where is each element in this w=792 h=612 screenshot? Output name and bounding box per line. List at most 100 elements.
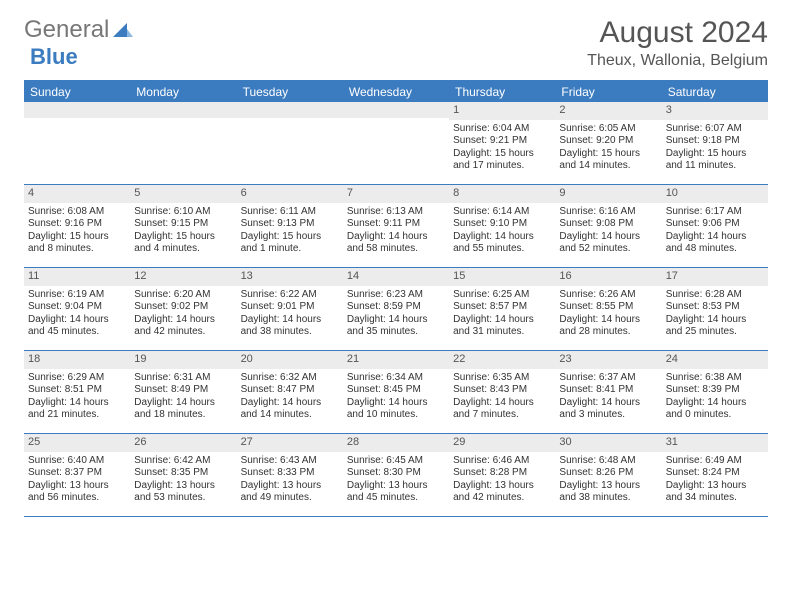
day-cell: 6Sunrise: 6:11 AMSunset: 9:13 PMDaylight…	[237, 185, 343, 267]
sunrise-text: Sunrise: 6:43 AM	[241, 455, 339, 468]
sunset-text: Sunset: 9:11 PM	[347, 218, 445, 231]
day-body: Sunrise: 6:29 AMSunset: 8:51 PMDaylight:…	[24, 369, 130, 426]
day-cell: 23Sunrise: 6:37 AMSunset: 8:41 PMDayligh…	[555, 351, 661, 433]
day-cell: 5Sunrise: 6:10 AMSunset: 9:15 PMDaylight…	[130, 185, 236, 267]
daylight-text: Daylight: 14 hours and 35 minutes.	[347, 314, 445, 339]
brand-logo: General	[24, 16, 135, 44]
day-number: 23	[555, 351, 661, 369]
daylight-text: Daylight: 14 hours and 18 minutes.	[134, 397, 232, 422]
daylight-text: Daylight: 13 hours and 34 minutes.	[666, 480, 764, 505]
dow-cell: Tuesday	[237, 82, 343, 102]
day-number: 9	[555, 185, 661, 203]
day-number: 18	[24, 351, 130, 369]
day-cell: 20Sunrise: 6:32 AMSunset: 8:47 PMDayligh…	[237, 351, 343, 433]
daylight-text: Daylight: 15 hours and 14 minutes.	[559, 148, 657, 173]
day-number: 17	[662, 268, 768, 286]
day-number: 30	[555, 434, 661, 452]
sunset-text: Sunset: 9:04 PM	[28, 301, 126, 314]
daylight-text: Daylight: 14 hours and 14 minutes.	[241, 397, 339, 422]
day-cell: 27Sunrise: 6:43 AMSunset: 8:33 PMDayligh…	[237, 434, 343, 516]
day-cell: 19Sunrise: 6:31 AMSunset: 8:49 PMDayligh…	[130, 351, 236, 433]
day-number	[343, 102, 449, 118]
brand-part2: Blue	[30, 44, 78, 70]
day-body: Sunrise: 6:16 AMSunset: 9:08 PMDaylight:…	[555, 203, 661, 260]
sunrise-text: Sunrise: 6:14 AM	[453, 206, 551, 219]
dow-row: SundayMondayTuesdayWednesdayThursdayFrid…	[24, 82, 768, 102]
daylight-text: Daylight: 15 hours and 1 minute.	[241, 231, 339, 256]
day-cell: 17Sunrise: 6:28 AMSunset: 8:53 PMDayligh…	[662, 268, 768, 350]
sunset-text: Sunset: 9:10 PM	[453, 218, 551, 231]
day-cell: 10Sunrise: 6:17 AMSunset: 9:06 PMDayligh…	[662, 185, 768, 267]
daylight-text: Daylight: 14 hours and 28 minutes.	[559, 314, 657, 339]
day-body: Sunrise: 6:49 AMSunset: 8:24 PMDaylight:…	[662, 452, 768, 509]
sunset-text: Sunset: 9:20 PM	[559, 135, 657, 148]
day-number: 4	[24, 185, 130, 203]
daylight-text: Daylight: 15 hours and 8 minutes.	[28, 231, 126, 256]
day-cell: 2Sunrise: 6:05 AMSunset: 9:20 PMDaylight…	[555, 102, 661, 184]
day-body: Sunrise: 6:04 AMSunset: 9:21 PMDaylight:…	[449, 120, 555, 177]
sunset-text: Sunset: 8:53 PM	[666, 301, 764, 314]
sunset-text: Sunset: 9:13 PM	[241, 218, 339, 231]
day-body: Sunrise: 6:28 AMSunset: 8:53 PMDaylight:…	[662, 286, 768, 343]
day-body: Sunrise: 6:13 AMSunset: 9:11 PMDaylight:…	[343, 203, 449, 260]
sunset-text: Sunset: 8:55 PM	[559, 301, 657, 314]
day-cell: 3Sunrise: 6:07 AMSunset: 9:18 PMDaylight…	[662, 102, 768, 184]
daylight-text: Daylight: 15 hours and 17 minutes.	[453, 148, 551, 173]
day-number	[24, 102, 130, 118]
dow-cell: Thursday	[449, 82, 555, 102]
daylight-text: Daylight: 14 hours and 7 minutes.	[453, 397, 551, 422]
sunrise-text: Sunrise: 6:35 AM	[453, 372, 551, 385]
day-number: 27	[237, 434, 343, 452]
sunrise-text: Sunrise: 6:29 AM	[28, 372, 126, 385]
daylight-text: Daylight: 13 hours and 56 minutes.	[28, 480, 126, 505]
sunrise-text: Sunrise: 6:22 AM	[241, 289, 339, 302]
day-cell: 31Sunrise: 6:49 AMSunset: 8:24 PMDayligh…	[662, 434, 768, 516]
day-number: 2	[555, 102, 661, 120]
sunset-text: Sunset: 8:24 PM	[666, 467, 764, 480]
sunset-text: Sunset: 9:01 PM	[241, 301, 339, 314]
daylight-text: Daylight: 13 hours and 53 minutes.	[134, 480, 232, 505]
sunrise-text: Sunrise: 6:42 AM	[134, 455, 232, 468]
day-body: Sunrise: 6:19 AMSunset: 9:04 PMDaylight:…	[24, 286, 130, 343]
sunset-text: Sunset: 8:51 PM	[28, 384, 126, 397]
day-body: Sunrise: 6:42 AMSunset: 8:35 PMDaylight:…	[130, 452, 236, 509]
day-cell	[24, 102, 130, 184]
daylight-text: Daylight: 14 hours and 52 minutes.	[559, 231, 657, 256]
sunrise-text: Sunrise: 6:13 AM	[347, 206, 445, 219]
sunrise-text: Sunrise: 6:08 AM	[28, 206, 126, 219]
day-number	[237, 102, 343, 118]
sunset-text: Sunset: 8:28 PM	[453, 467, 551, 480]
day-cell: 16Sunrise: 6:26 AMSunset: 8:55 PMDayligh…	[555, 268, 661, 350]
day-cell: 13Sunrise: 6:22 AMSunset: 9:01 PMDayligh…	[237, 268, 343, 350]
sunset-text: Sunset: 8:26 PM	[559, 467, 657, 480]
day-body: Sunrise: 6:37 AMSunset: 8:41 PMDaylight:…	[555, 369, 661, 426]
day-body	[343, 118, 449, 125]
sunrise-text: Sunrise: 6:40 AM	[28, 455, 126, 468]
day-body: Sunrise: 6:05 AMSunset: 9:20 PMDaylight:…	[555, 120, 661, 177]
day-cell: 26Sunrise: 6:42 AMSunset: 8:35 PMDayligh…	[130, 434, 236, 516]
dow-cell: Wednesday	[343, 82, 449, 102]
day-body: Sunrise: 6:26 AMSunset: 8:55 PMDaylight:…	[555, 286, 661, 343]
day-body	[130, 118, 236, 125]
daylight-text: Daylight: 14 hours and 38 minutes.	[241, 314, 339, 339]
day-body	[24, 118, 130, 125]
sunset-text: Sunset: 9:08 PM	[559, 218, 657, 231]
dow-cell: Saturday	[662, 82, 768, 102]
sunset-text: Sunset: 9:15 PM	[134, 218, 232, 231]
month-title: August 2024	[587, 16, 768, 50]
sunrise-text: Sunrise: 6:26 AM	[559, 289, 657, 302]
sunset-text: Sunset: 8:30 PM	[347, 467, 445, 480]
day-number: 31	[662, 434, 768, 452]
sunset-text: Sunset: 8:37 PM	[28, 467, 126, 480]
day-body: Sunrise: 6:20 AMSunset: 9:02 PMDaylight:…	[130, 286, 236, 343]
sunset-text: Sunset: 9:02 PM	[134, 301, 232, 314]
daylight-text: Daylight: 13 hours and 49 minutes.	[241, 480, 339, 505]
day-cell: 8Sunrise: 6:14 AMSunset: 9:10 PMDaylight…	[449, 185, 555, 267]
sunrise-text: Sunrise: 6:25 AM	[453, 289, 551, 302]
daylight-text: Daylight: 14 hours and 48 minutes.	[666, 231, 764, 256]
sunrise-text: Sunrise: 6:31 AM	[134, 372, 232, 385]
week-row: 4Sunrise: 6:08 AMSunset: 9:16 PMDaylight…	[24, 185, 768, 268]
daylight-text: Daylight: 14 hours and 0 minutes.	[666, 397, 764, 422]
brand-part1: General	[24, 16, 109, 44]
daylight-text: Daylight: 14 hours and 45 minutes.	[28, 314, 126, 339]
